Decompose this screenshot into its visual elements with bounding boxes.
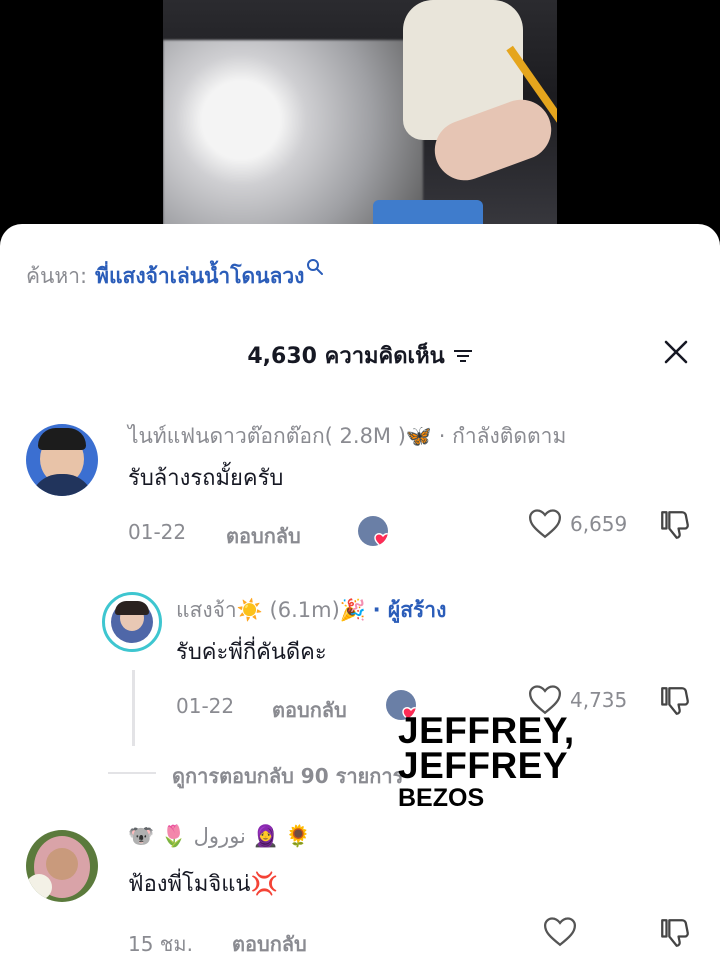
reply-button[interactable]: ตอบกลับ xyxy=(232,928,307,960)
overlay-line-3: BEZOS xyxy=(398,784,485,812)
comments-header: 4,630 ความคิดเห็น xyxy=(0,332,720,376)
search-query[interactable]: พี่แสงจ้าเล่นน้ำโดนลวง xyxy=(95,264,304,288)
comment-date: 01-22 xyxy=(128,520,187,544)
reply-username[interactable]: แสงจ้า☀️ (6.1m)🎉 · ผู้สร้าง xyxy=(176,594,446,627)
filter-icon[interactable] xyxy=(453,348,473,364)
heart-icon[interactable] xyxy=(543,916,577,948)
video-player[interactable] xyxy=(0,0,720,240)
following-tag: · กำลังติดตาม xyxy=(438,424,567,448)
thread-line xyxy=(132,670,135,746)
search-prefix: ค้นหา: xyxy=(26,264,88,288)
view-replies-button[interactable]: ดูการตอบกลับ 90 รายการ xyxy=(172,760,403,792)
like-count: 4,735 xyxy=(570,688,628,712)
comment-username[interactable]: 🐨 🌷 نورول 🧕 🌻 xyxy=(128,824,312,849)
overlay-line-2: JEFFREY xyxy=(398,745,569,786)
reply-text: รับค่ะพี่กี่คันดีคะ xyxy=(176,640,327,665)
reply-button[interactable]: ตอบกลับ xyxy=(226,520,301,552)
avatar[interactable] xyxy=(26,830,98,902)
search-suggestion[interactable]: ค้นหา: พี่แสงจ้าเล่นน้ำโดนลวง xyxy=(26,258,324,293)
overlay-line-1: JEFFREY, xyxy=(398,710,575,751)
like-button[interactable]: 6,659 xyxy=(528,508,627,540)
creator-tag: · ผู้สร้าง xyxy=(372,598,447,622)
heart-icon[interactable] xyxy=(528,508,562,540)
close-icon[interactable] xyxy=(662,338,690,366)
reply-date: 01-22 xyxy=(176,694,235,718)
dislike-icon[interactable] xyxy=(658,916,692,950)
creator-liked-badge xyxy=(358,516,388,546)
avatar[interactable] xyxy=(102,592,162,652)
like-count: 6,659 xyxy=(570,512,628,536)
overlay-caption: JEFFREY, JEFFREY BEZOS xyxy=(398,712,575,811)
divider xyxy=(108,772,156,774)
comment-date: 15 ชม. xyxy=(128,932,193,956)
comment-text: ฟ้องพี่โมจิแน่💢 xyxy=(128,872,278,897)
comment-text: รับล้างรถมั้ยครับ xyxy=(128,466,284,491)
comment-username[interactable]: ไนท์แฟนดาวต๊อกต๊อก( 2.8M )🦋 · กำลังติดตา… xyxy=(128,420,566,453)
video-frame xyxy=(163,0,557,240)
comment-count: 4,630 ความคิดเห็น xyxy=(247,344,445,369)
comments-sheet: ค้นหา: พี่แสงจ้าเล่นน้ำโดนลวง 4,630 ความค… xyxy=(0,224,720,960)
search-icon[interactable] xyxy=(306,258,324,276)
dislike-icon[interactable] xyxy=(658,684,692,718)
heart-icon xyxy=(374,533,388,546)
reply-button[interactable]: ตอบกลับ xyxy=(272,694,347,726)
dislike-icon[interactable] xyxy=(658,508,692,542)
avatar[interactable] xyxy=(26,424,98,496)
